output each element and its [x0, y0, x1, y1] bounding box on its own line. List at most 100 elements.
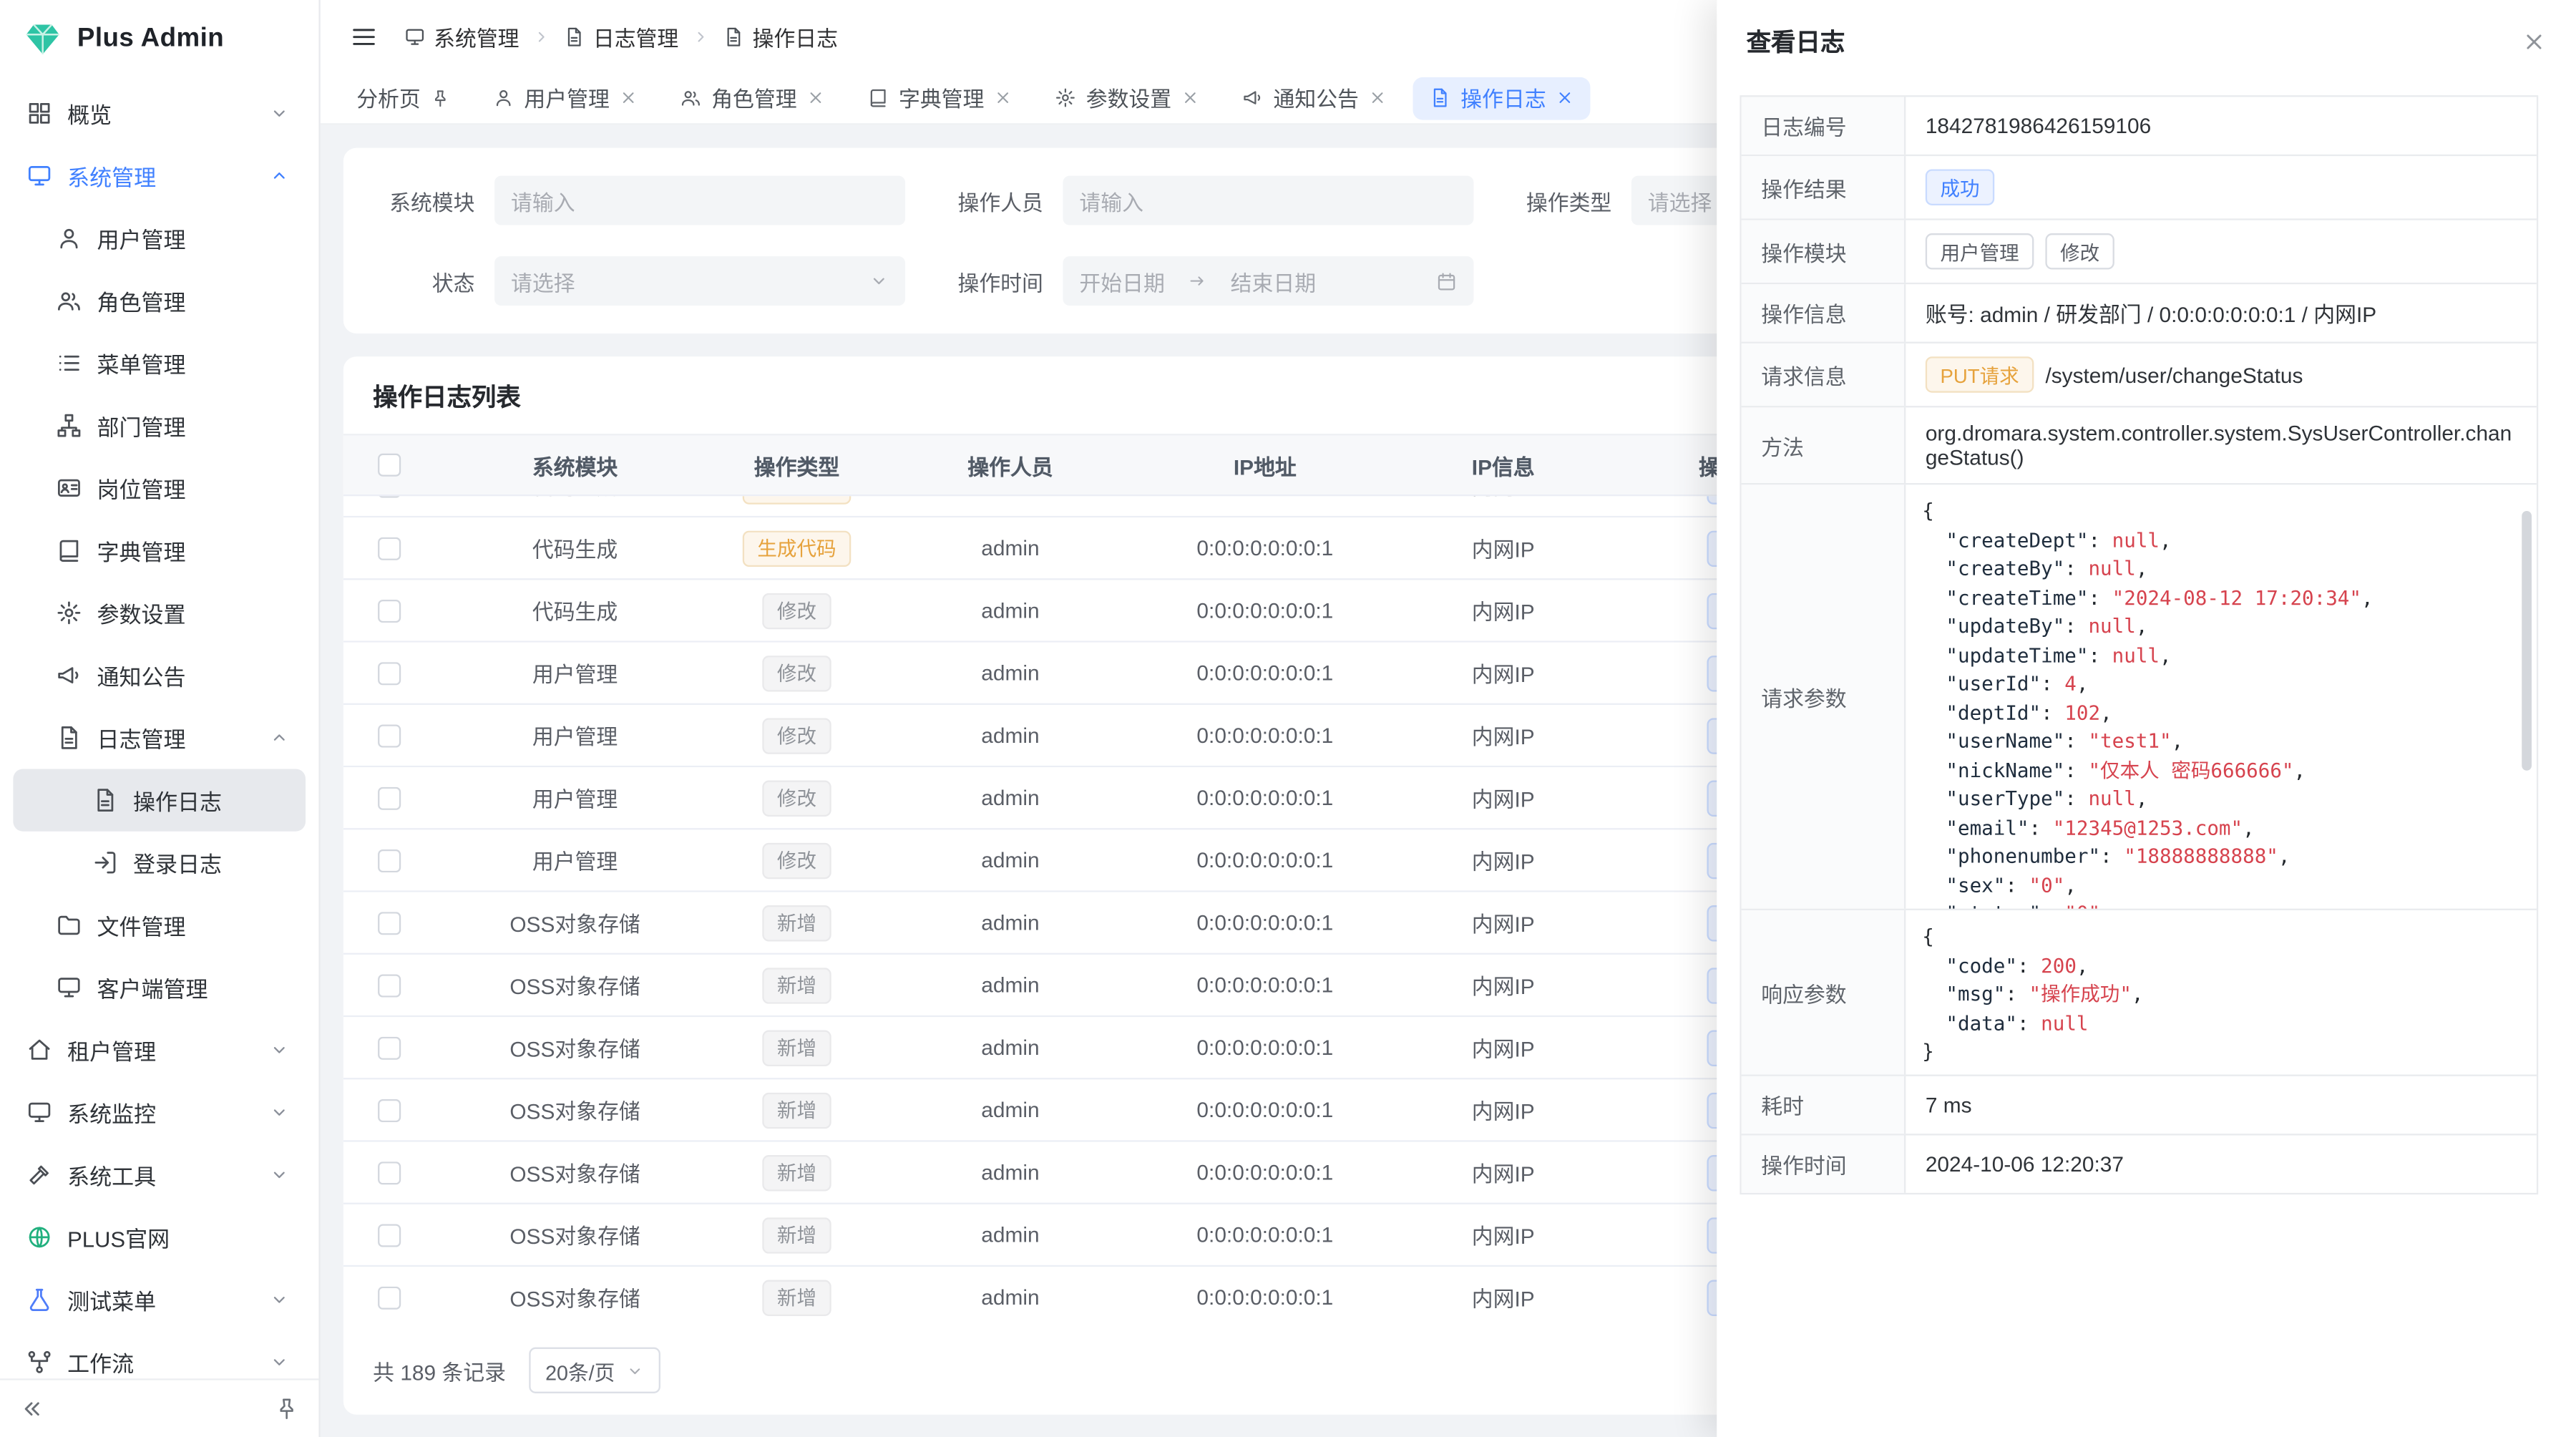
sidebar-item-overview[interactable]: 概览: [13, 82, 306, 145]
column-header: 操作类型: [715, 449, 879, 481]
row-checkbox[interactable]: [378, 496, 401, 497]
cell-module: OSS对象存储: [435, 907, 714, 938]
value-tag: 修改: [2045, 233, 2114, 270]
sidebar-item-post[interactable]: 岗位管理: [13, 457, 306, 519]
row-checkbox[interactable]: [378, 599, 401, 622]
row-checkbox[interactable]: [378, 849, 401, 872]
cell-operator: admin: [879, 723, 1141, 747]
field-value: org.dromara.system.controller.system.Sys…: [1906, 407, 2537, 483]
sidebar-item-log[interactable]: 日志管理: [13, 706, 306, 769]
sidebar-item-test[interactable]: 测试菜单: [13, 1268, 306, 1330]
sidebar-item-tools[interactable]: 系统工具: [13, 1144, 306, 1206]
select-all-checkbox[interactable]: [378, 454, 401, 477]
tab-analysis[interactable]: 分析页: [340, 77, 467, 120]
close-icon[interactable]: [1556, 89, 1574, 107]
action-tag: 新增: [762, 967, 831, 1003]
row-checkbox[interactable]: [378, 973, 401, 996]
filter-input-module[interactable]: 请输入: [494, 176, 905, 225]
sidebar-item-label: 操作日志: [133, 784, 222, 817]
cell-module: 用户管理: [435, 782, 714, 814]
breadcrumb-item[interactable]: 操作日志: [723, 21, 838, 52]
cell-operator: admin: [879, 973, 1141, 997]
close-icon[interactable]: [994, 89, 1012, 107]
field-value: 成功: [1906, 156, 2537, 218]
row-checkbox[interactable]: [378, 537, 401, 560]
tab-label: 通知公告: [1274, 82, 1359, 114]
filter-input-operator[interactable]: 请输入: [1063, 176, 1473, 225]
cell-operator: admin: [879, 1160, 1141, 1184]
cell-ip: 0:0:0:0:0:0:0:1: [1142, 973, 1388, 997]
row-checkbox[interactable]: [378, 1099, 401, 1121]
cell-module: 用户管理: [435, 720, 714, 751]
row-checkbox[interactable]: [378, 786, 401, 809]
close-icon[interactable]: [1369, 89, 1387, 107]
row-checkbox[interactable]: [378, 1161, 401, 1184]
chevron-down-icon: [270, 1290, 290, 1310]
field-value-code: { "code": 200, "msg": "操作成功", "data": nu…: [1906, 910, 2537, 1075]
tab-operlog[interactable]: 操作日志: [1413, 77, 1591, 120]
row-checkbox[interactable]: [378, 661, 401, 684]
code-scrollbar[interactable]: [2522, 511, 2532, 771]
sidebar-item-tenant[interactable]: 租户管理: [13, 1018, 306, 1081]
sidebar-item-sysmonitor[interactable]: 系统监控: [13, 1081, 306, 1144]
tab-notice[interactable]: 通知公告: [1226, 77, 1403, 120]
collapse-sidebar-icon[interactable]: [20, 1397, 44, 1421]
cell-module: 用户管理: [435, 844, 714, 876]
row-checkbox[interactable]: [378, 1223, 401, 1246]
pin-sidebar-icon[interactable]: [274, 1397, 298, 1421]
close-icon[interactable]: [620, 89, 638, 107]
cell-ip-info: 内网IP: [1388, 1094, 1618, 1126]
cell-ip-info: 内网IP: [1388, 595, 1618, 626]
sidebar-item-file[interactable]: 文件管理: [13, 894, 306, 956]
filter-label: 状态: [373, 266, 474, 297]
chevron-down-icon: [270, 104, 290, 124]
tab-role[interactable]: 角色管理: [664, 77, 841, 120]
field-label: 操作信息: [1742, 284, 1906, 341]
close-icon[interactable]: [2522, 29, 2546, 53]
tools-icon: [26, 1161, 53, 1188]
sidebar-item-system[interactable]: 系统管理: [13, 145, 306, 207]
sidebar-item-user[interactable]: 用户管理: [13, 207, 306, 269]
sidebar-item-role[interactable]: 角色管理: [13, 270, 306, 332]
sidebar-item-menu[interactable]: 菜单管理: [13, 332, 306, 394]
breadcrumb-item[interactable]: 系统管理: [404, 21, 519, 52]
row-checkbox[interactable]: [378, 1286, 401, 1309]
sidebar-item-notice[interactable]: 通知公告: [13, 644, 306, 706]
sidebar-item-client[interactable]: 客户端管理: [13, 956, 306, 1018]
doc-icon: [1430, 87, 1451, 109]
filter-select-status[interactable]: 请选择: [494, 256, 905, 306]
cell-operator: admin: [879, 1285, 1141, 1309]
login-icon: [92, 849, 119, 876]
cell-ip: 0:0:0:0:0:0:0:1: [1142, 598, 1388, 623]
close-icon[interactable]: [1181, 89, 1199, 107]
sidebar-item-operlog[interactable]: 操作日志: [13, 769, 306, 831]
breadcrumb-item[interactable]: 日志管理: [564, 21, 679, 52]
sidebar-item-dept[interactable]: 部门管理: [13, 394, 306, 457]
page-size-select[interactable]: 20条/页: [529, 1348, 661, 1393]
user-icon: [56, 225, 82, 252]
tab-param[interactable]: 参数设置: [1038, 77, 1216, 120]
calendar-icon: [1436, 271, 1458, 292]
users-icon: [680, 87, 702, 109]
tab-dict[interactable]: 字典管理: [851, 77, 1028, 120]
tab-user[interactable]: 用户管理: [477, 77, 654, 120]
sidebar-item-website[interactable]: PLUS官网: [13, 1206, 306, 1268]
sidebar-item-label: 角色管理: [97, 284, 185, 317]
field-label: 操作时间: [1742, 1135, 1906, 1192]
row-checkbox[interactable]: [378, 724, 401, 746]
hamburger-icon[interactable]: [350, 22, 378, 50]
monitor-icon: [404, 26, 426, 47]
app-logo[interactable]: Plus Admin: [0, 0, 318, 79]
sidebar-item-loginlog[interactable]: 登录日志: [13, 832, 306, 894]
drawer-header: 查看日志: [1717, 0, 2576, 82]
list-icon: [56, 350, 82, 376]
filter-daterange-time[interactable]: 开始日期结束日期: [1063, 256, 1473, 306]
sidebar-item-dict[interactable]: 字典管理: [13, 520, 306, 582]
sidebar-item-param[interactable]: 参数设置: [13, 582, 306, 644]
pin-icon[interactable]: [431, 88, 451, 108]
close-icon[interactable]: [806, 89, 824, 107]
sidebar-item-workflow[interactable]: 工作流: [13, 1331, 306, 1379]
row-checkbox[interactable]: [378, 911, 401, 934]
cell-ip: 0:0:0:0:0:0:0:1: [1142, 910, 1388, 935]
row-checkbox[interactable]: [378, 1036, 401, 1059]
